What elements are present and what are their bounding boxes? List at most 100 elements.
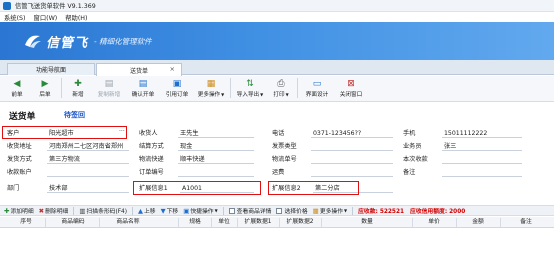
col-name[interactable]: 商品名称	[103, 217, 153, 228]
quick-action-icon: ▣	[183, 206, 190, 215]
copy-icon: ▤	[104, 79, 114, 89]
col-note[interactable]: 备注	[501, 217, 551, 228]
select-price-checkbox[interactable]: 选择价格	[276, 206, 308, 215]
brand-logo-icon	[25, 35, 41, 48]
import-export-button[interactable]: ⇅ 导入导出▼	[233, 76, 267, 100]
col-code[interactable]: 商品编码	[50, 217, 96, 228]
detail-grid-header: 序号 商品编码 商品名称 规格 单位 扩展数据1 扩展数据2 数量 单价 金额 …	[0, 217, 554, 228]
account-field[interactable]	[47, 168, 129, 177]
phone-label: 电话	[272, 130, 285, 137]
prev-doc-button[interactable]: ◀ 前单	[3, 76, 31, 100]
close-window-button[interactable]: ⊠ 关闭窗口	[334, 76, 368, 100]
col-seq[interactable]: 序号	[10, 217, 42, 228]
chevron-down-icon: ▼	[214, 208, 218, 213]
brand-name: 信管飞	[46, 35, 89, 51]
col-spec[interactable]: 规格	[180, 217, 210, 228]
col-quantity[interactable]: 数量	[322, 217, 412, 228]
toolbar-divider	[230, 78, 231, 98]
receivable-label: 本次收款	[403, 156, 428, 163]
credit-limit: 应收信用额度: 2000	[410, 209, 466, 215]
note-label: 备注	[403, 169, 416, 176]
order-number-label: 订单编号	[139, 169, 164, 176]
app-icon	[3, 1, 11, 10]
note-field[interactable]	[442, 168, 522, 177]
ext-info-2-highlight	[268, 181, 359, 195]
button-label: 确认开单	[131, 92, 155, 98]
tracking-number-field[interactable]	[311, 155, 393, 164]
address-field[interactable]: 河南郑州二七区河南省郑州	[47, 142, 129, 151]
ship-method-field[interactable]: 第三方物流	[47, 155, 129, 164]
salesman-field[interactable]: 张三	[442, 142, 522, 151]
col-amount[interactable]: 金额	[457, 217, 499, 228]
col-ext2[interactable]: 扩展数据2	[280, 217, 320, 228]
button-label: 导入导出	[236, 92, 260, 98]
button-label: 扫描条形码(F4)	[86, 209, 127, 215]
menu-system[interactable]: 系统(S)	[4, 13, 26, 22]
button-label: 新增	[72, 92, 84, 98]
print-button[interactable]: ⎙ 打印▼	[267, 76, 295, 100]
button-label: 界面设计	[305, 92, 329, 98]
freight-field[interactable]	[311, 168, 393, 177]
col-price[interactable]: 单价	[413, 217, 455, 228]
logistics-field[interactable]: 顺丰快递	[178, 155, 254, 164]
button-label: 后单	[39, 92, 51, 98]
invoice-type-field[interactable]	[311, 142, 393, 151]
phone-field[interactable]: 0371-123456??	[311, 129, 393, 138]
mobile-field[interactable]: 15011112222	[442, 129, 522, 138]
grid-menu-icon: ▦	[312, 206, 319, 215]
button-label: 查看商品详情	[236, 209, 272, 215]
reference-order-button[interactable]: ▣ 引用订单	[160, 76, 194, 100]
window-titlebar: 信管飞送货单软件 V9.1.369	[0, 0, 554, 12]
add-detail-button[interactable]: ✚ 添加明细	[4, 206, 34, 216]
button-label: 快捷操作	[190, 209, 214, 215]
button-label: 打印	[273, 92, 285, 98]
chevron-down-icon: ▼	[260, 92, 264, 97]
order-number-field[interactable]	[178, 168, 254, 177]
receiver-field[interactable]: 王先生	[178, 129, 254, 138]
more-actions-button[interactable]: ▦ 更多操作▼	[194, 76, 228, 100]
toolbar-divider	[61, 78, 62, 98]
copy-new-button[interactable]: ▤ 复制新增	[92, 76, 126, 100]
plus-icon: ✚	[4, 206, 10, 215]
receivable-field[interactable]	[442, 155, 522, 164]
brand-slogan: - 精细化管理软件	[94, 36, 152, 46]
menu-window[interactable]: 窗口(W)	[34, 13, 58, 22]
close-icon[interactable]: ×	[170, 65, 175, 73]
col-unit[interactable]: 单位	[212, 217, 236, 228]
confirm-order-button[interactable]: ▤ 确认开单	[126, 76, 160, 100]
department-field[interactable]: 技术部	[47, 184, 129, 193]
arrow-left-icon: ◀	[13, 79, 21, 89]
checkbox-icon	[276, 207, 283, 214]
settle-field[interactable]: 现金	[178, 142, 254, 151]
tab-label: 送货单	[129, 67, 148, 75]
menu-help[interactable]: 帮助(H)	[65, 13, 87, 22]
tracking-number-label: 物流单号	[272, 156, 297, 163]
button-label: 选择价格	[284, 209, 308, 215]
salesman-label: 业务员	[403, 143, 422, 150]
move-up-button[interactable]: ▲ 上移	[138, 206, 156, 216]
logistics-label: 物流快递	[139, 156, 164, 163]
main-toolbar: ◀ 前单 ▶ 后单 ✚ 新增 ▤ 复制新增 ▤ 确认开单 ▣ 引用订单 ▦ 更多…	[0, 76, 554, 102]
button-label: 前单	[11, 92, 23, 98]
tab-navigation[interactable]: 功能导航面	[7, 63, 95, 75]
move-down-button[interactable]: ▼ 下移	[160, 206, 179, 216]
delete-detail-button[interactable]: ✖ 删除明细	[39, 206, 69, 216]
ui-design-button[interactable]: ▭ 界面设计	[300, 76, 334, 100]
new-button[interactable]: ✚ 新增	[64, 76, 92, 100]
arrow-down-icon: ▼	[160, 206, 166, 215]
toolbar-divider	[297, 78, 298, 98]
arrow-right-icon: ▶	[41, 79, 49, 89]
receivable-amount: 应收款: 522521	[358, 209, 405, 215]
next-doc-button[interactable]: ▶ 后单	[31, 76, 59, 100]
tab-delivery-note[interactable]: 送货单 ×	[96, 63, 182, 76]
quick-actions-button[interactable]: ▣ 快捷操作 ▼	[183, 206, 218, 216]
view-product-detail-checkbox[interactable]: 查看商品详情	[228, 206, 272, 215]
col-ext1[interactable]: 扩展数据1	[238, 217, 278, 228]
more-detail-actions-button[interactable]: ▦ 更多操作 ▼	[312, 206, 347, 216]
button-label: 复制新增	[97, 92, 121, 98]
reference-icon: ▣	[172, 79, 182, 89]
column-divider	[178, 218, 179, 227]
scan-barcode-button[interactable]: ▥ 扫描条形码(F4)	[79, 206, 127, 216]
grid-menu-icon: ▦	[206, 79, 216, 89]
chevron-down-icon: ▼	[285, 92, 289, 97]
